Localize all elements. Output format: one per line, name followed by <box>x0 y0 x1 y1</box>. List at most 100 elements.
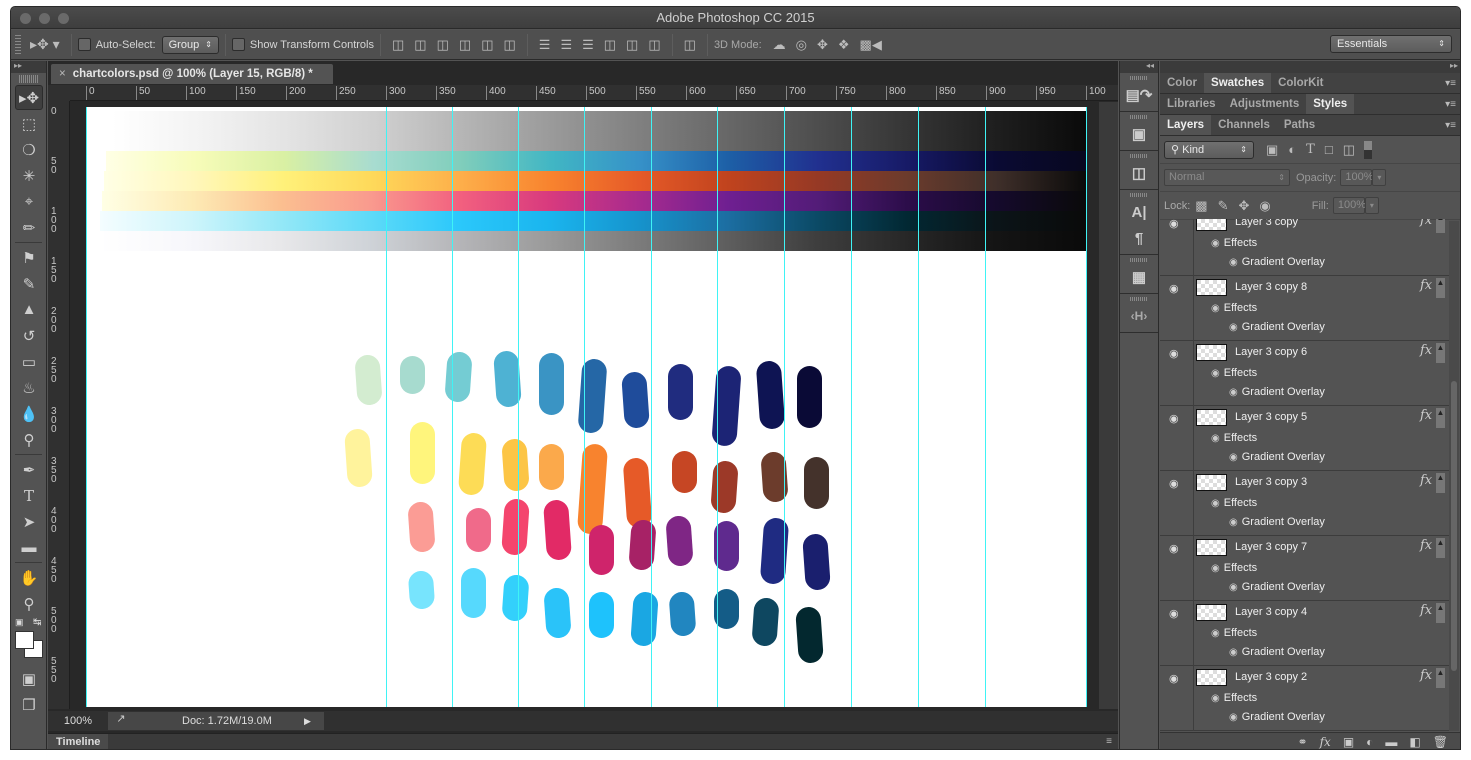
move-tool-icon[interactable]: ▸✥ <box>15 85 43 110</box>
color-swatch[interactable] <box>576 443 609 535</box>
gradient-overlay-row[interactable]: ◉ Gradient Overlay <box>1229 516 1325 528</box>
color-swatch[interactable] <box>628 519 657 571</box>
gradient-overlay-row[interactable]: ◉ Gradient Overlay <box>1229 451 1325 463</box>
auto-align-icon[interactable]: ◫ <box>684 37 696 53</box>
guide-line[interactable] <box>651 107 652 707</box>
3d-scale-icon[interactable]: ▩◀ <box>860 37 882 53</box>
tab-layers[interactable]: Layers <box>1160 115 1212 135</box>
effect-visibility-icon[interactable]: ◉ <box>1229 322 1238 333</box>
tab-styles[interactable]: Styles <box>1306 94 1355 114</box>
color-swatch[interactable] <box>795 606 824 664</box>
guide-line[interactable] <box>518 107 519 707</box>
effects-visibility-icon[interactable]: ◉ <box>1211 498 1220 509</box>
layer-filter-kind-dropdown[interactable]: ⚲ Kind ⇕ <box>1164 140 1254 159</box>
properties-panel-icon[interactable]: ◫ <box>1120 160 1158 186</box>
effects-visibility-icon[interactable]: ◉ <box>1211 433 1220 444</box>
color-swatch[interactable] <box>751 597 780 647</box>
layer-name[interactable]: Layer 3 copy <box>1235 219 1298 228</box>
distribute-vcenter-icon[interactable]: ☰ <box>560 37 572 53</box>
expand-effects-toggle[interactable]: ▲ <box>1436 473 1445 493</box>
auto-select-dropdown[interactable]: Group ⇕ <box>161 35 219 54</box>
layer-name[interactable]: Layer 3 copy 2 <box>1235 671 1307 683</box>
tab-paths[interactable]: Paths <box>1277 115 1322 135</box>
lock-position-icon[interactable]: ✥ <box>1239 198 1250 214</box>
layer-row[interactable]: ◉ Layer 3 copy 2 fx ▲ ◉ Effects ◉ Gradient… <box>1160 666 1449 731</box>
minimize-window-button[interactable] <box>39 13 50 24</box>
color-swatch[interactable] <box>501 498 530 556</box>
gradient-overlay-row[interactable]: ◉ Gradient Overlay <box>1229 386 1325 398</box>
new-layer-icon[interactable]: ◧ <box>1409 735 1420 749</box>
expand-effects-toggle[interactable]: ▲ <box>1436 343 1445 363</box>
effect-visibility-icon[interactable]: ◉ <box>1229 712 1238 723</box>
effects-visibility-icon[interactable]: ◉ <box>1211 563 1220 574</box>
new-group-icon[interactable]: ▬ <box>1385 735 1397 749</box>
layer-name[interactable]: Layer 3 copy 3 <box>1235 476 1307 488</box>
color-swatch[interactable] <box>665 515 694 567</box>
color-swatch[interactable] <box>577 358 608 434</box>
workspace-dropdown[interactable]: Essentials ⇕ <box>1330 35 1452 53</box>
magic-wand-icon[interactable]: ✳ <box>15 163 43 188</box>
guide-line[interactable] <box>784 107 785 707</box>
gradient-strip-neutral-gray[interactable] <box>100 231 1086 251</box>
effects-visibility-icon[interactable]: ◉ <box>1211 693 1220 704</box>
dodge-icon[interactable]: ⚲ <box>15 427 43 452</box>
align-hcenter-icon[interactable]: ◫ <box>481 37 493 53</box>
zoom-level[interactable]: 100% <box>48 715 108 727</box>
effect-visibility-icon[interactable]: ◉ <box>1229 387 1238 398</box>
filter-adjustment-icon[interactable]: ◐ <box>1288 142 1296 157</box>
layer-effects-icon[interactable]: fx <box>1420 603 1432 618</box>
ruler-vertical[interactable]: 0 50 100 150 200 250 300 350 400 450 500 550 <box>48 101 70 709</box>
layer-row[interactable]: ◉ Layer 3 copy 4 fx ▲ ◉ Effects ◉ Gradient… <box>1160 601 1449 666</box>
color-swatch[interactable] <box>672 451 697 493</box>
expand-effects-toggle[interactable]: ▲ <box>1436 278 1445 298</box>
color-swatch[interactable] <box>457 432 488 496</box>
align-left-icon[interactable]: ◫ <box>459 37 471 53</box>
expand-effects-toggle[interactable]: ▲ <box>1436 408 1445 428</box>
brush-icon[interactable]: ✎ <box>15 271 43 296</box>
color-swatch[interactable] <box>589 525 614 575</box>
color-swatch[interactable] <box>797 366 822 428</box>
vertical-scrollbar[interactable] <box>1099 102 1118 709</box>
opacity-slider-arrow[interactable]: ▾ <box>1372 169 1387 186</box>
color-swatch[interactable] <box>407 570 436 610</box>
timeline-menu-icon[interactable]: ≡ <box>1106 736 1112 747</box>
effects-row[interactable]: ◉ Effects <box>1211 367 1257 379</box>
close-document-icon[interactable]: × <box>59 68 66 80</box>
gradient-overlay-row[interactable]: ◉ Gradient Overlay <box>1229 581 1325 593</box>
default-colors-icon[interactable]: ▣ <box>15 617 24 628</box>
panel-menu-icon[interactable]: ▾≡ <box>1445 94 1456 115</box>
guide-line[interactable] <box>851 107 852 707</box>
align-vcenter-icon[interactable]: ◫ <box>414 37 426 53</box>
layer-effects-icon[interactable]: fx <box>1420 473 1432 488</box>
visibility-eye-icon[interactable]: ◉ <box>1169 347 1179 360</box>
ruler-origin[interactable] <box>48 85 70 101</box>
effects-row[interactable]: ◉ Effects <box>1211 432 1257 444</box>
visibility-eye-icon[interactable]: ◉ <box>1169 477 1179 490</box>
gradient-overlay-row[interactable]: ◉ Gradient Overlay <box>1229 256 1325 268</box>
color-swatch[interactable] <box>501 438 530 492</box>
color-swatch[interactable] <box>711 365 742 447</box>
layer-row[interactable]: ◉ Layer 3 copy 7 fx ▲ ◉ Effects ◉ Gradient… <box>1160 536 1449 601</box>
canvas[interactable] <box>86 107 1087 707</box>
lock-transparent-icon[interactable]: ▩ <box>1195 198 1207 214</box>
clone-stamp-icon[interactable]: ▲ <box>15 297 43 322</box>
align-top-icon[interactable]: ◫ <box>392 37 404 53</box>
gradient-overlay-row[interactable]: ◉ Gradient Overlay <box>1229 711 1325 723</box>
distribute-bottom-icon[interactable]: ☰ <box>582 37 594 53</box>
distribute-top-icon[interactable]: ☰ <box>539 37 551 53</box>
status-menu-arrow[interactable]: ▶ <box>304 712 324 730</box>
ruler-horizontal[interactable]: 0 50 100 150 200 250 300 350 400 450 500 550 600 650 7… <box>70 85 1118 101</box>
paragraph-panel-icon[interactable]: ¶ <box>1120 225 1158 251</box>
color-swatch[interactable] <box>543 587 572 639</box>
glyphs-panel-icon[interactable]: ‹H› <box>1120 303 1158 329</box>
layer-row[interactable]: ◉ Layer 3 copy 6 fx ▲ ◉ Effects ◉ Gradient… <box>1160 341 1449 406</box>
effects-row[interactable]: ◉ Effects <box>1211 497 1257 509</box>
color-swatch[interactable] <box>461 568 486 618</box>
gradient-overlay-row[interactable]: ◉ Gradient Overlay <box>1229 646 1325 658</box>
screen-mode-icon[interactable]: ❐ <box>15 692 43 717</box>
document-tab[interactable]: × chartcolors.psd @ 100% (Layer 15, RGB/8… <box>51 64 333 84</box>
distribute-hcenter-icon[interactable]: ◫ <box>626 37 638 53</box>
color-swatch[interactable] <box>668 364 693 420</box>
zoom-tool-icon[interactable]: ⚲ <box>15 591 43 616</box>
paint-bucket-icon[interactable]: ♨ <box>15 375 43 400</box>
